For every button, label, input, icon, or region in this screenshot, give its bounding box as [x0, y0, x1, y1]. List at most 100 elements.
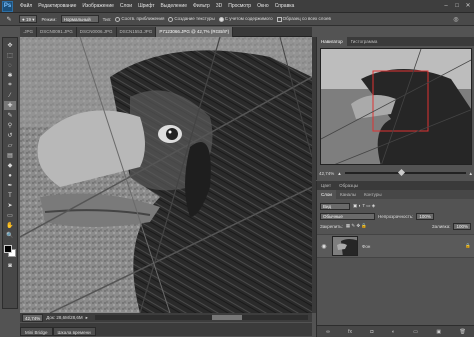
add-mask-icon[interactable]: ◘	[370, 329, 373, 335]
radio-icon	[168, 16, 174, 22]
tab-doc-4[interactable]: DSCN1553.JPG	[116, 27, 157, 37]
radio-icon	[115, 16, 121, 22]
tab-mini-bridge[interactable]: Mini Bridge	[20, 327, 53, 336]
bird-photo	[20, 37, 312, 313]
lock-label: Закрепить:	[320, 223, 343, 229]
document-canvas[interactable]	[20, 37, 312, 313]
hand-tool-icon[interactable]: ✋	[4, 221, 16, 230]
clone-stamp-tool-icon[interactable]: ⚲	[4, 121, 16, 130]
tab-doc-1[interactable]: .JPG	[20, 27, 38, 37]
zoom-in-icon[interactable]: ▲	[469, 171, 473, 176]
zoom-slider[interactable]	[344, 168, 466, 177]
history-brush-tool-icon[interactable]: ↺	[4, 131, 16, 140]
foreground-color-swatch[interactable]	[4, 245, 12, 253]
gradient-tool-icon[interactable]: ▤	[4, 151, 16, 160]
menu-window[interactable]: Окно	[254, 3, 272, 9]
zoom-out-icon[interactable]: ▲	[337, 171, 341, 176]
filter-icons[interactable]: ▣ ◐ T ▭ ◈	[353, 203, 375, 209]
menu-3d[interactable]: 3D	[213, 3, 225, 9]
menu-help[interactable]: Справка	[272, 3, 298, 9]
quick-select-tool-icon[interactable]: ✱	[4, 71, 16, 80]
tab-paths[interactable]: Контуры	[360, 190, 386, 199]
zoom-field[interactable]: 42,74%	[22, 313, 44, 322]
maximize-button[interactable]: □	[453, 2, 461, 10]
menu-type[interactable]: Шрифт	[135, 3, 157, 9]
tab-doc-active[interactable]: P7123066.JPG @ 42,7% (RGB/8*)	[156, 27, 234, 37]
options-bar: ✎ ● 19 ▾ Режим: Нормальный Тип: Соотв. п…	[0, 13, 474, 26]
minimize-button[interactable]: –	[442, 2, 450, 10]
document-tabs: .JPG DSCN0091.JPG DSCN0006.JPG DSCN1553.…	[20, 27, 312, 37]
menu-image[interactable]: Изображение	[79, 3, 117, 9]
zoom-tool-icon[interactable]: 🔍	[4, 231, 16, 240]
marquee-tool-icon[interactable]: ⬚	[4, 51, 16, 60]
tab-swatches[interactable]: Образцы	[335, 181, 362, 190]
adjustment-layer-icon[interactable]: ◐	[392, 329, 395, 335]
color-swatches[interactable]	[4, 245, 16, 257]
type-texture-radio[interactable]: Создание текстуры	[168, 16, 215, 22]
layer-style-icon[interactable]: fx	[348, 329, 352, 335]
link-layers-icon[interactable]: ∞	[326, 329, 330, 335]
menu-filter[interactable]: Фильтр	[190, 3, 213, 9]
opacity-field[interactable]: 100%	[416, 212, 434, 220]
menu-edit[interactable]: Редактирование	[35, 3, 79, 9]
close-button[interactable]: ✕	[464, 2, 472, 10]
lock-icon: 🔒	[465, 243, 471, 248]
new-layer-icon[interactable]: ▣	[436, 329, 441, 335]
fill-field[interactable]: 100%	[453, 222, 471, 230]
healing-brush-tool-icon[interactable]: ✚	[4, 101, 16, 110]
tab-color[interactable]: Цвет	[317, 181, 335, 190]
status-bar: 42,74% Док: 28,6M/28,6M ▸	[20, 313, 312, 322]
menu-select[interactable]: Выделение	[158, 3, 191, 9]
tab-histogram[interactable]: Гистограмма	[347, 37, 382, 46]
spot-healing-brush-icon[interactable]: ✎	[3, 15, 15, 24]
quick-mask-icon[interactable]: ◙	[4, 261, 16, 270]
scroll-thumb[interactable]	[212, 315, 243, 320]
eyedropper-tool-icon[interactable]: ⁄	[4, 91, 16, 100]
shape-tool-icon[interactable]: ▭	[4, 211, 16, 220]
eye-icon[interactable]: ◉	[320, 243, 328, 250]
tab-channels[interactable]: Каналы	[336, 190, 360, 199]
blur-tool-icon[interactable]: ◆	[4, 161, 16, 170]
menu-file[interactable]: Файл	[17, 3, 35, 9]
type-tool-icon[interactable]: T	[4, 191, 16, 200]
sample-all-layers-checkbox[interactable]: Образец со всех слоев	[276, 16, 331, 22]
layers-footer: ∞ fx ◘ ◐ ▭ ▣ 🗑	[317, 325, 474, 337]
crop-tool-icon[interactable]: ⌗	[4, 81, 16, 90]
tab-doc-2[interactable]: DSCN0091.JPG	[37, 27, 77, 37]
delete-layer-icon[interactable]: 🗑	[459, 329, 465, 335]
opacity-label: Непрозрачность:	[378, 213, 414, 219]
brush-tool-icon[interactable]: ✎	[4, 111, 16, 120]
tab-timeline[interactable]: Шкала времени	[52, 327, 96, 336]
pen-tool-icon[interactable]: ✒	[4, 181, 16, 190]
navigator-thumbnail	[321, 49, 471, 164]
navigator-preview[interactable]	[320, 48, 472, 165]
radio-selected-icon	[218, 16, 224, 22]
path-selection-tool-icon[interactable]: ➤	[4, 201, 16, 210]
zoom-slider-handle[interactable]	[398, 168, 406, 177]
brush-preset-picker[interactable]: ● 19 ▾	[19, 15, 38, 23]
tab-layers[interactable]: Слои	[317, 190, 336, 199]
navigator-zoom-value[interactable]: 42,74%	[319, 171, 334, 176]
pressure-icon[interactable]: ◎	[450, 15, 462, 24]
eraser-tool-icon[interactable]: ▱	[4, 141, 16, 150]
move-tool-icon[interactable]: ✥	[4, 41, 16, 50]
blend-mode-select[interactable]: Обычные	[320, 212, 375, 220]
tab-doc-3[interactable]: DSCN0006.JPG	[76, 27, 117, 37]
type-content-aware-radio[interactable]: С учетом содержимого	[218, 16, 273, 22]
type-label: Тип:	[102, 16, 112, 22]
tab-navigator[interactable]: Навигатор	[317, 37, 347, 46]
mode-select[interactable]: Нормальный	[60, 15, 99, 23]
horizontal-scrollbar[interactable]	[94, 315, 308, 320]
new-group-icon[interactable]: ▭	[413, 329, 418, 335]
lock-options-icons[interactable]: ▦ ✎ ✥ 🔒	[346, 223, 367, 229]
lasso-tool-icon[interactable]: ◌	[4, 61, 16, 70]
type-proximity-radio[interactable]: Соотв. приближения	[115, 16, 164, 22]
menu-layers[interactable]: Слои	[117, 3, 135, 9]
layers-panel: Цвет Образцы Слои Каналы Контуры Вид ▣ ◐…	[316, 181, 474, 337]
menu-view[interactable]: Просмотр	[225, 3, 254, 9]
status-menu-arrow-icon[interactable]: ▸	[86, 315, 88, 321]
dodge-tool-icon[interactable]: ●	[4, 171, 16, 180]
layer-name[interactable]: Фон	[362, 244, 370, 249]
layer-filter-select[interactable]: Вид	[320, 202, 350, 210]
layer-row-background[interactable]: ◉ Фон 🔒	[317, 234, 474, 258]
